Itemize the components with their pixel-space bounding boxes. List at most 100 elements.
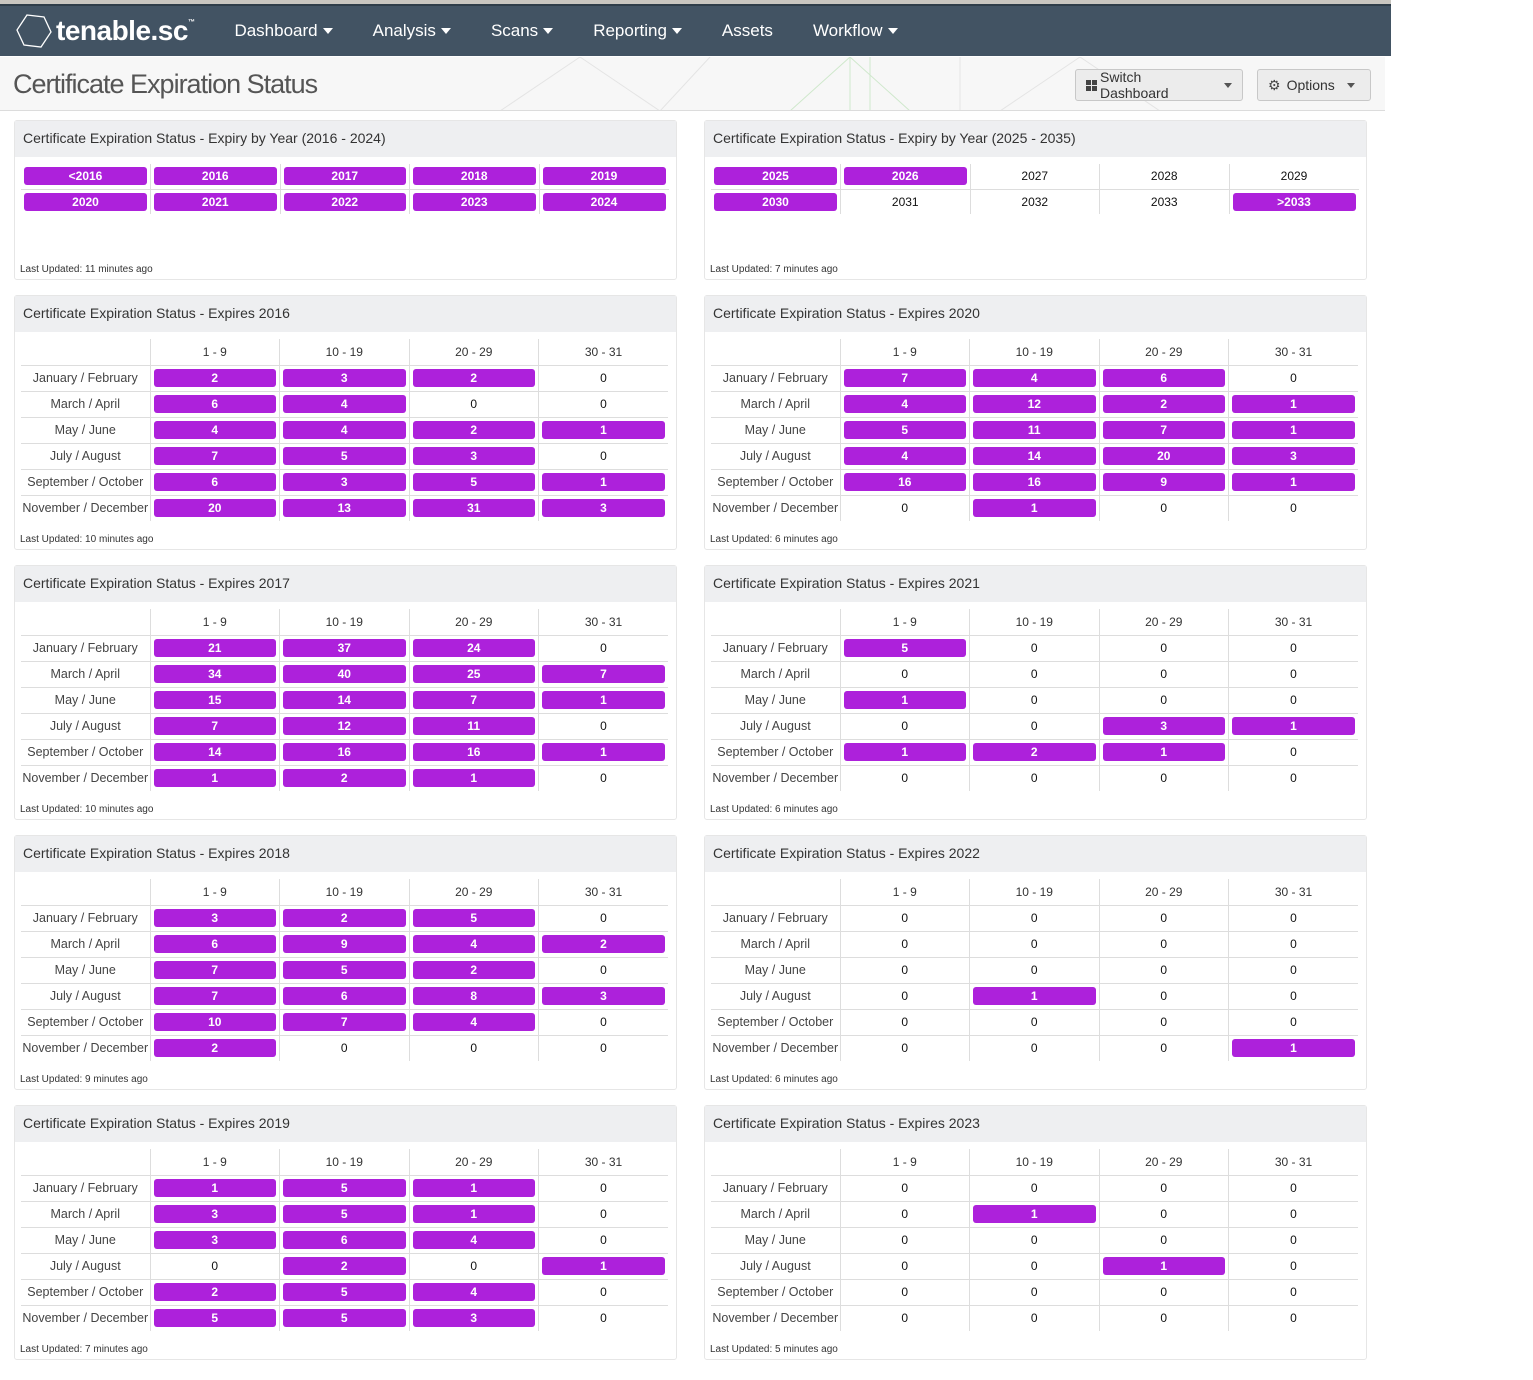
count-badge[interactable]: 16 [283, 743, 406, 761]
count-badge[interactable]: 7 [153, 987, 276, 1005]
count-badge[interactable]: 14 [153, 743, 276, 761]
count-badge[interactable]: 1 [973, 1205, 1096, 1223]
count-badge[interactable]: 1 [1102, 1257, 1225, 1275]
nav-scans[interactable]: Scans [491, 21, 554, 41]
count-badge[interactable]: 3 [283, 473, 406, 491]
count-badge[interactable]: 4 [843, 395, 966, 413]
count-badge[interactable]: 7 [153, 961, 276, 979]
count-badge[interactable]: 1 [542, 473, 665, 491]
count-badge[interactable]: 8 [412, 987, 535, 1005]
count-badge[interactable]: 16 [412, 743, 535, 761]
count-badge[interactable]: 3 [412, 1309, 535, 1328]
count-badge[interactable]: 4 [283, 421, 406, 439]
count-badge[interactable]: 16 [843, 473, 966, 491]
count-badge[interactable]: 2 [542, 935, 665, 953]
count-badge[interactable]: 3 [542, 987, 665, 1005]
year-badge[interactable]: 2030 [714, 192, 837, 211]
count-badge[interactable]: 4 [843, 447, 966, 465]
count-badge[interactable]: 6 [1102, 369, 1225, 387]
count-badge[interactable]: 5 [283, 1283, 406, 1301]
count-badge[interactable]: 4 [283, 395, 406, 413]
year-badge[interactable]: <2016 [24, 167, 147, 186]
count-badge[interactable]: 5 [153, 1309, 276, 1328]
count-badge[interactable]: 1 [1232, 395, 1355, 413]
count-badge[interactable]: 24 [412, 639, 535, 657]
count-badge[interactable]: 10 [153, 1013, 276, 1031]
count-badge[interactable]: 5 [412, 473, 535, 491]
options-button[interactable]: ⚙ Options [1257, 69, 1371, 101]
count-badge[interactable]: 4 [973, 369, 1096, 387]
year-badge[interactable]: 2017 [283, 167, 406, 186]
year-badge[interactable]: 2019 [542, 167, 666, 186]
year-badge[interactable]: 2026 [844, 167, 967, 186]
count-badge[interactable]: 6 [153, 395, 276, 413]
count-badge[interactable]: 5 [843, 639, 966, 657]
count-badge[interactable]: 2 [412, 961, 535, 979]
count-badge[interactable]: 11 [412, 717, 535, 735]
count-badge[interactable]: 1 [412, 1205, 535, 1223]
count-badge[interactable]: 1 [1232, 717, 1355, 735]
count-badge[interactable]: 12 [283, 717, 406, 735]
count-badge[interactable]: 3 [283, 369, 406, 387]
year-badge[interactable]: >2033 [1232, 192, 1356, 211]
year-badge[interactable]: 2018 [413, 167, 536, 186]
count-badge[interactable]: 6 [153, 935, 276, 953]
year-badge[interactable]: 2024 [542, 192, 666, 211]
count-badge[interactable]: 1 [542, 691, 665, 709]
count-badge[interactable]: 6 [153, 473, 276, 491]
count-badge[interactable]: 20 [153, 499, 276, 518]
count-badge[interactable]: 3 [412, 447, 535, 465]
switch-dashboard-button[interactable]: Switch Dashboard [1075, 69, 1243, 101]
nav-workflow[interactable]: Workflow [813, 21, 898, 41]
count-badge[interactable]: 7 [843, 369, 966, 387]
count-badge[interactable]: 5 [843, 421, 966, 439]
nav-reporting[interactable]: Reporting [593, 21, 682, 41]
year-badge[interactable]: 2022 [283, 192, 406, 211]
count-badge[interactable]: 1 [153, 1179, 276, 1197]
count-badge[interactable]: 2 [153, 1039, 276, 1058]
count-badge[interactable]: 1 [1232, 1039, 1355, 1058]
count-badge[interactable]: 2 [412, 369, 535, 387]
count-badge[interactable]: 3 [1102, 717, 1225, 735]
count-badge[interactable]: 31 [412, 499, 535, 518]
count-badge[interactable]: 4 [412, 1231, 535, 1249]
count-badge[interactable]: 1 [843, 691, 966, 709]
count-badge[interactable]: 1 [1102, 743, 1225, 761]
count-badge[interactable]: 7 [412, 691, 535, 709]
count-badge[interactable]: 25 [412, 665, 535, 683]
count-badge[interactable]: 2 [283, 909, 406, 927]
count-badge[interactable]: 2 [1102, 395, 1225, 413]
year-badge[interactable]: 2025 [714, 167, 837, 186]
count-badge[interactable]: 6 [283, 1231, 406, 1249]
count-badge[interactable]: 3 [542, 499, 665, 518]
count-badge[interactable]: 1 [843, 743, 966, 761]
count-badge[interactable]: 1 [412, 1179, 535, 1197]
count-badge[interactable]: 7 [153, 717, 276, 735]
count-badge[interactable]: 5 [283, 447, 406, 465]
count-badge[interactable]: 40 [283, 665, 406, 683]
count-badge[interactable]: 4 [412, 935, 535, 953]
count-badge[interactable]: 1 [1232, 473, 1355, 491]
count-badge[interactable]: 13 [283, 499, 406, 518]
count-badge[interactable]: 14 [283, 691, 406, 709]
count-badge[interactable]: 1 [1232, 421, 1355, 439]
count-badge[interactable]: 4 [412, 1283, 535, 1301]
count-badge[interactable]: 2 [973, 743, 1096, 761]
count-badge[interactable]: 2 [283, 769, 406, 788]
nav-assets[interactable]: Assets [722, 21, 773, 41]
nav-analysis[interactable]: Analysis [373, 21, 451, 41]
count-badge[interactable]: 1 [412, 769, 535, 788]
count-badge[interactable]: 4 [412, 1013, 535, 1031]
count-badge[interactable]: 14 [973, 447, 1096, 465]
count-badge[interactable]: 6 [283, 987, 406, 1005]
count-badge[interactable]: 37 [283, 639, 406, 657]
count-badge[interactable]: 3 [153, 1205, 276, 1223]
count-badge[interactable]: 1 [542, 421, 665, 439]
count-badge[interactable]: 34 [153, 665, 276, 683]
count-badge[interactable]: 15 [153, 691, 276, 709]
count-badge[interactable]: 7 [283, 1013, 406, 1031]
year-badge[interactable]: 2021 [154, 192, 277, 211]
count-badge[interactable]: 1 [542, 1257, 665, 1275]
count-badge[interactable]: 3 [153, 1231, 276, 1249]
count-badge[interactable]: 1 [153, 769, 276, 788]
